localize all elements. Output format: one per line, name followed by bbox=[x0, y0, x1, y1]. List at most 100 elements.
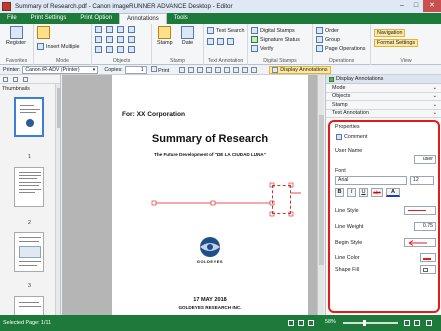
italic-button[interactable]: I bbox=[347, 188, 356, 197]
thumbnail-page-3[interactable] bbox=[14, 232, 44, 272]
document-area: For: XX Corporation Summary of Research … bbox=[62, 75, 324, 315]
comment-button[interactable]: Comment bbox=[336, 134, 367, 140]
minimize-button[interactable]: – bbox=[395, 0, 409, 12]
signature-status-checkbox[interactable]: Signature Status bbox=[251, 36, 300, 43]
image-icon[interactable] bbox=[117, 46, 124, 53]
highlighter-icon[interactable] bbox=[106, 46, 113, 53]
scroll-page-icon[interactable] bbox=[308, 320, 314, 326]
line-icon[interactable] bbox=[95, 36, 102, 43]
resize-grip-icon[interactable] bbox=[426, 320, 432, 326]
polygon-icon[interactable] bbox=[117, 36, 124, 43]
text-search-label: Text Search bbox=[216, 27, 245, 34]
first-page-icon[interactable] bbox=[179, 66, 186, 73]
underline-button[interactable]: U bbox=[359, 188, 368, 197]
copies-input[interactable]: 1 bbox=[124, 65, 147, 74]
rectangle-icon[interactable] bbox=[117, 26, 124, 33]
font-family-select[interactable]: Arial bbox=[335, 176, 407, 185]
mode-select-button[interactable] bbox=[37, 26, 50, 39]
previous-page-icon[interactable] bbox=[188, 66, 195, 73]
resize-handle[interactable] bbox=[151, 200, 157, 206]
insert-multiple-checkbox[interactable]: Insert Multiple bbox=[37, 43, 80, 50]
zoom-in-icon[interactable] bbox=[242, 66, 249, 73]
curve-icon[interactable] bbox=[106, 26, 113, 33]
format-settings-button[interactable]: Format Settings bbox=[374, 39, 419, 47]
register-button[interactable]: Register bbox=[6, 26, 26, 46]
display-annotations-toggle[interactable]: Display Annotations bbox=[269, 65, 331, 74]
thumbnail-view-icon[interactable] bbox=[3, 76, 8, 82]
close-button[interactable]: ✕ bbox=[423, 0, 441, 12]
navigation-label: Navigation bbox=[374, 29, 406, 37]
scrollbar-thumb[interactable] bbox=[319, 115, 324, 265]
section-mode[interactable]: Mode ⌄ bbox=[326, 84, 441, 93]
line-weight-input[interactable]: 0.75 bbox=[414, 222, 436, 231]
section-stamp[interactable]: Stamp ⌄ bbox=[326, 101, 441, 110]
section-text-annotation[interactable]: Text Annotation ⌄ bbox=[326, 110, 441, 118]
line-style-select[interactable] bbox=[404, 206, 436, 215]
thumbnails-scrollbar[interactable] bbox=[55, 84, 60, 315]
shape-fill-button[interactable] bbox=[420, 265, 436, 274]
user-name-input[interactable]: user bbox=[414, 155, 436, 164]
page-operations-button[interactable]: Page Operations bbox=[316, 45, 365, 52]
tab-annotations[interactable]: Annotations bbox=[119, 13, 167, 24]
navigation-button[interactable]: Navigation bbox=[374, 29, 406, 37]
comment-list-icon[interactable] bbox=[13, 76, 18, 82]
selected-textbox[interactable] bbox=[272, 185, 291, 214]
single-page-icon[interactable] bbox=[288, 320, 294, 326]
strikeout-text-icon[interactable] bbox=[217, 38, 224, 45]
tab-tools[interactable]: Tools bbox=[167, 13, 195, 24]
fit-page-icon[interactable] bbox=[224, 66, 231, 73]
ellipse-icon[interactable] bbox=[128, 36, 135, 43]
tab-print-settings[interactable]: Print Settings bbox=[24, 13, 74, 24]
zoom-slider[interactable] bbox=[343, 320, 398, 326]
underline-text-icon[interactable] bbox=[207, 38, 214, 45]
font-color-button[interactable]: A bbox=[386, 188, 400, 197]
scrollbar-thumb[interactable] bbox=[57, 88, 60, 128]
section-objects-label: Objects bbox=[332, 93, 351, 100]
rotate-icon[interactable] bbox=[215, 66, 222, 73]
line-style-label: Line Style bbox=[335, 208, 359, 214]
digital-stamps-button[interactable]: Digital Stamps bbox=[251, 27, 295, 34]
last-page-icon[interactable] bbox=[206, 66, 213, 73]
print-button[interactable]: Print bbox=[150, 65, 169, 74]
display-annotations-header[interactable]: Display Annotations bbox=[326, 75, 441, 84]
line-color-button[interactable] bbox=[420, 253, 436, 262]
resize-handle[interactable] bbox=[210, 200, 216, 206]
section-objects[interactable]: Objects ⌄ bbox=[326, 93, 441, 101]
strikethrough-button[interactable]: abc bbox=[371, 188, 383, 197]
document-page[interactable]: For: XX Corporation Summary of Research … bbox=[112, 75, 308, 315]
text-search-button[interactable]: Text Search bbox=[207, 27, 244, 34]
text-annotation-group-label: Text Annotation bbox=[207, 58, 244, 64]
begin-style-select[interactable] bbox=[404, 238, 436, 247]
date-button[interactable]: Date bbox=[181, 26, 194, 46]
stamp-button[interactable]: Stamp bbox=[157, 26, 173, 46]
thumbnail-page-4[interactable] bbox=[14, 296, 44, 315]
thumbnails-pane: Thumbnails 1 2 3 bbox=[0, 75, 61, 315]
maximize-button[interactable]: □ bbox=[409, 0, 423, 12]
bookmark-icon[interactable] bbox=[23, 76, 28, 82]
zoom-slider-knob[interactable] bbox=[362, 320, 366, 326]
order-button[interactable]: Order bbox=[316, 27, 339, 34]
arrow-icon[interactable] bbox=[106, 36, 113, 43]
group-button[interactable]: Group bbox=[316, 36, 340, 43]
tab-file[interactable]: File bbox=[0, 13, 24, 24]
font-size-select[interactable]: 12 bbox=[410, 176, 434, 185]
zoom-out-icon[interactable] bbox=[251, 66, 258, 73]
tab-print-option[interactable]: Print Option bbox=[73, 13, 119, 24]
two-page-icon[interactable] bbox=[298, 320, 304, 326]
thumbnail-page-1[interactable] bbox=[14, 97, 44, 137]
printer-select[interactable]: Canon iR-ADV (Printer) ▾ bbox=[22, 65, 99, 74]
document-scrollbar[interactable] bbox=[317, 75, 324, 315]
thumbnail-page-2[interactable] bbox=[14, 167, 44, 207]
fit-page-icon[interactable] bbox=[414, 320, 420, 326]
next-page-icon[interactable] bbox=[197, 66, 204, 73]
fit-width-icon[interactable] bbox=[233, 66, 240, 73]
begin-style-label: Begin Style bbox=[335, 240, 363, 246]
verify-button[interactable]: Verify bbox=[251, 45, 273, 52]
bold-button[interactable]: B bbox=[335, 188, 344, 197]
fit-width-icon[interactable] bbox=[404, 320, 410, 326]
highlight-text-icon[interactable] bbox=[227, 38, 234, 45]
note-icon[interactable] bbox=[128, 46, 135, 53]
pen-icon[interactable] bbox=[95, 46, 102, 53]
circle-icon[interactable] bbox=[128, 26, 135, 33]
text-box-icon[interactable] bbox=[95, 26, 102, 33]
